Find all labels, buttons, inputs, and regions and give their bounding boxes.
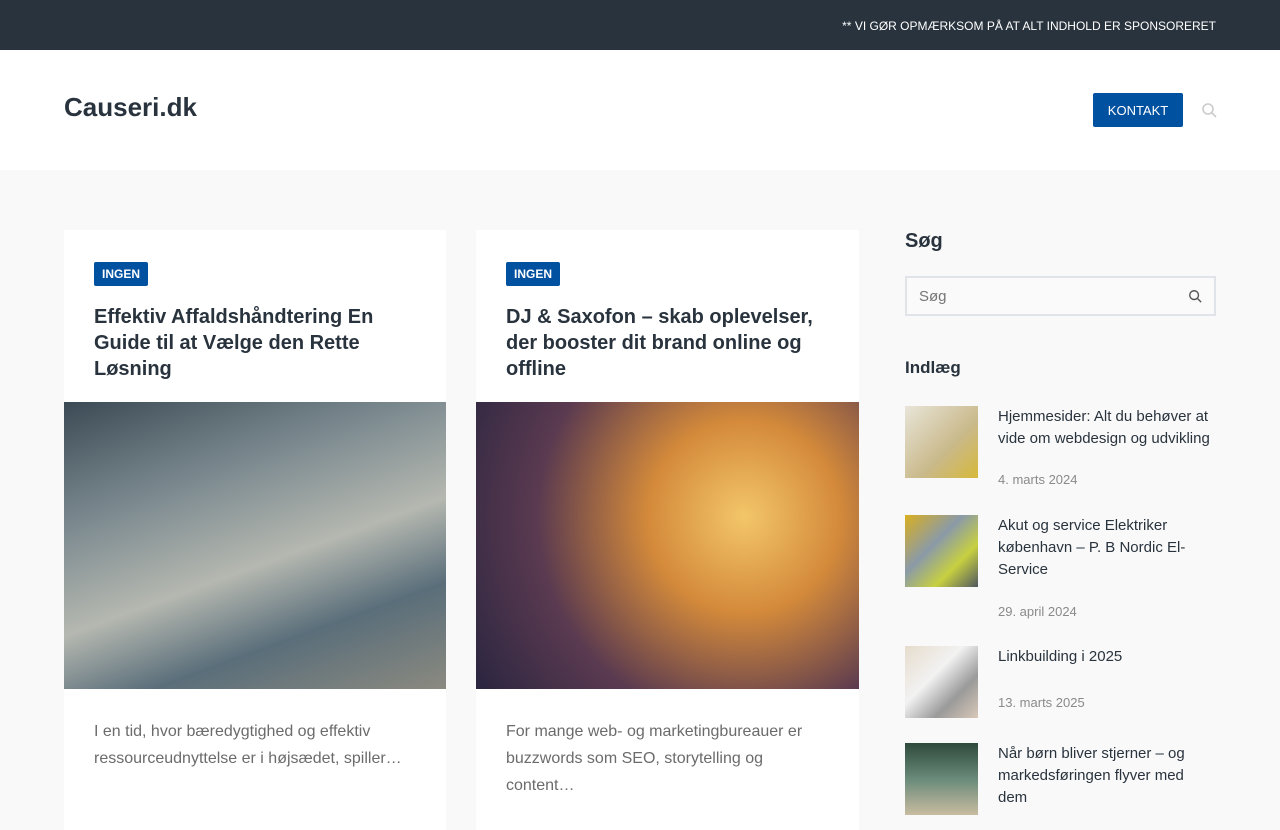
posts-heading: Indlæg bbox=[905, 358, 961, 377]
category-badge[interactable]: INGEN bbox=[94, 262, 149, 286]
post-title[interactable]: Hjemmesider: Alt du behøver at vide om w… bbox=[998, 406, 1216, 450]
sidebar: Søg Indlæg Hjemmesider: Alt du behøver a… bbox=[905, 230, 1216, 815]
article-image[interactable] bbox=[64, 402, 446, 689]
article-title[interactable]: Effektiv Affaldshåndtering En Guide til … bbox=[94, 304, 416, 382]
post-thumbnail[interactable] bbox=[905, 406, 978, 478]
post-thumbnail[interactable] bbox=[905, 646, 978, 718]
sponsored-notice: ** VI GØR OPMÆRKSOM PÅ AT ALT INDHOLD ER… bbox=[842, 19, 1216, 33]
search-heading: Søg bbox=[905, 230, 943, 252]
kontakt-button[interactable]: KONTAKT bbox=[1093, 93, 1183, 127]
article-title[interactable]: DJ & Saxofon – skab oplevelser, der boos… bbox=[506, 304, 829, 382]
post-thumbnail[interactable] bbox=[905, 515, 978, 587]
site-header: Causeri.dk KONTAKT bbox=[0, 50, 1280, 170]
category-badge[interactable]: INGEN bbox=[506, 262, 561, 286]
sidebar-search bbox=[905, 276, 1216, 316]
search-icon[interactable] bbox=[1188, 289, 1202, 303]
post-title[interactable]: Akut og service Elektriker københavn – P… bbox=[998, 515, 1216, 581]
article-excerpt: I en tid, hvor bæredygtighed og effektiv… bbox=[94, 723, 402, 767]
post-title[interactable]: Linkbuilding i 2025 bbox=[998, 646, 1216, 668]
search-icon[interactable] bbox=[1201, 102, 1217, 118]
post-date: 13. marts 2025 bbox=[998, 695, 1085, 710]
top-notice-bar: ** VI GØR OPMÆRKSOM PÅ AT ALT INDHOLD ER… bbox=[0, 0, 1280, 50]
post-thumbnail[interactable] bbox=[905, 743, 978, 815]
article-card: INGEN Effektiv Affaldshåndtering En Guid… bbox=[64, 230, 446, 830]
post-title[interactable]: Når børn bliver stjerner – og markedsfør… bbox=[998, 743, 1216, 809]
article-excerpt: For mange web- og marketingbureauer er b… bbox=[506, 723, 803, 794]
post-date: 29. april 2024 bbox=[998, 604, 1077, 619]
article-image[interactable] bbox=[476, 402, 859, 689]
site-logo[interactable]: Causeri.dk bbox=[64, 92, 197, 123]
post-date: 4. marts 2024 bbox=[998, 472, 1078, 487]
article-card: INGEN DJ & Saxofon – skab oplevelser, de… bbox=[476, 230, 859, 830]
search-input[interactable] bbox=[907, 278, 1167, 314]
